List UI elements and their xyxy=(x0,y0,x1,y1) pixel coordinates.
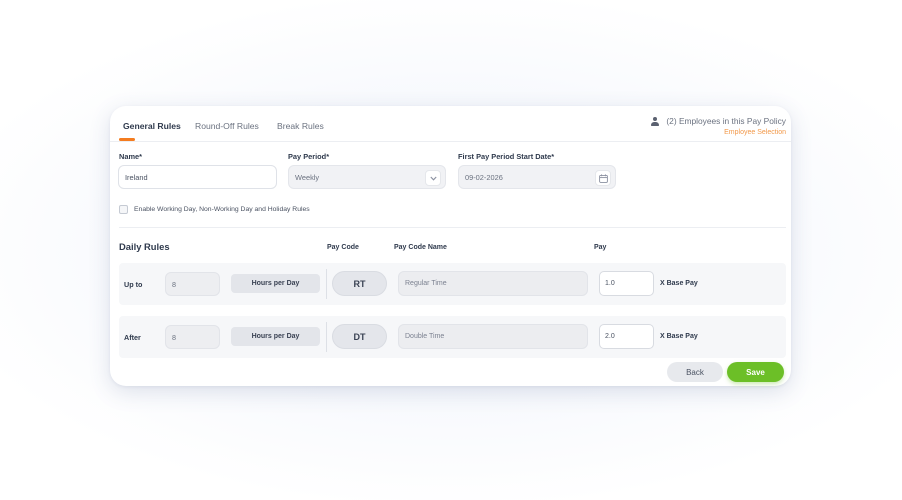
start-date-value: 09-02-2026 xyxy=(465,172,503,182)
person-icon xyxy=(651,116,660,126)
pay-period-select[interactable]: Weekly xyxy=(288,165,446,189)
pay-period-value: Weekly xyxy=(295,172,320,182)
rule-row-up-to: Up to 8 Hours per Day RT Regular Time 1.… xyxy=(119,263,786,305)
calendar-icon[interactable] xyxy=(595,170,611,186)
enable-rules-label: Enable Working Day, Non-Working Day and … xyxy=(134,206,310,213)
hours-unit-select[interactable]: Hours per Day xyxy=(231,327,320,346)
base-pay-label: X Base Pay xyxy=(660,280,698,287)
back-button[interactable]: Back xyxy=(667,362,723,382)
employee-selection-link[interactable]: Employee Selection xyxy=(651,129,786,136)
name-value: Ireland xyxy=(125,172,148,182)
hours-input[interactable]: 8 xyxy=(165,272,220,296)
rule-row-after: After 8 Hours per Day DT Double Time 2.0… xyxy=(119,316,786,358)
row-label: Up to xyxy=(124,280,143,289)
row-divider xyxy=(326,322,327,352)
pay-code-name-field: Regular Time xyxy=(398,271,588,296)
hours-input[interactable]: 8 xyxy=(165,325,220,349)
pay-code-pill[interactable]: DT xyxy=(332,324,387,349)
pay-header: Pay xyxy=(594,244,607,251)
section-divider xyxy=(119,227,786,228)
enable-rules-checkbox[interactable] xyxy=(119,205,128,214)
start-date-label: First Pay Period Start Date* xyxy=(458,152,555,161)
pay-code-header: Pay Code xyxy=(327,244,359,251)
hours-unit-select[interactable]: Hours per Day xyxy=(231,274,320,293)
chevron-down-icon[interactable] xyxy=(425,170,441,186)
pay-code-name-value: Double Time xyxy=(405,333,445,340)
rules-checkbox-row: Enable Working Day, Non-Working Day and … xyxy=(119,205,310,214)
daily-rules-title: Daily Rules xyxy=(119,241,170,252)
pay-code-name-value: Regular Time xyxy=(405,280,447,287)
base-pay-label: X Base Pay xyxy=(660,333,698,340)
employee-info: (2) Employees in this Pay Policy Employe… xyxy=(651,116,786,136)
pay-period-label: Pay Period* xyxy=(288,152,330,161)
pay-code-pill[interactable]: RT xyxy=(332,271,387,296)
hours-value: 8 xyxy=(172,332,176,342)
tab-general-rules[interactable]: General Rules xyxy=(123,121,181,131)
pay-multiplier-value: 2.0 xyxy=(605,333,615,340)
row-label: After xyxy=(124,333,141,342)
start-date-input[interactable]: 09-02-2026 xyxy=(458,165,616,189)
name-input[interactable]: Ireland xyxy=(118,165,277,189)
pay-code-name-header: Pay Code Name xyxy=(394,244,447,251)
pay-policy-card: General Rules Round-Off Rules Break Rule… xyxy=(110,106,791,386)
tab-break-rules[interactable]: Break Rules xyxy=(277,121,324,131)
tab-round-off-rules[interactable]: Round-Off Rules xyxy=(195,121,259,131)
row-divider xyxy=(326,269,327,299)
hours-value: 8 xyxy=(172,279,176,289)
pay-multiplier-input[interactable]: 2.0 xyxy=(599,324,654,349)
pay-code-name-field: Double Time xyxy=(398,324,588,349)
save-button[interactable]: Save xyxy=(727,362,784,382)
pay-multiplier-value: 1.0 xyxy=(605,280,615,287)
employees-summary: (2) Employees in this Pay Policy xyxy=(666,116,786,126)
name-label: Name* xyxy=(119,152,143,161)
tabs-divider xyxy=(110,141,791,142)
pay-multiplier-input[interactable]: 1.0 xyxy=(599,271,654,296)
